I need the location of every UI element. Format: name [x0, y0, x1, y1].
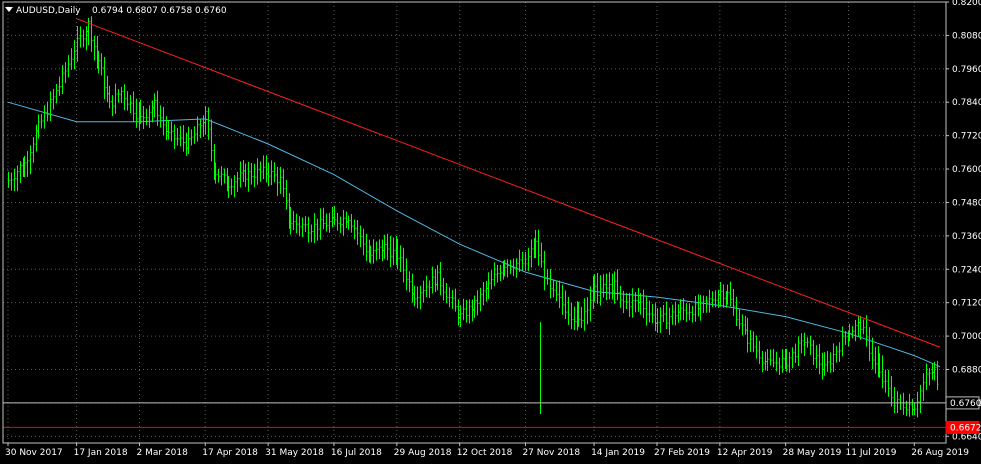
x-tick-label: 26 Aug 2019 — [911, 448, 969, 458]
y-tick-label: 0.7120 — [952, 299, 981, 309]
y-tick-label: 0.7600 — [952, 165, 981, 175]
y-tick-label: 0.7480 — [952, 198, 981, 208]
chart-header: AUDUSD,Daily 0.6794 0.6807 0.6758 0.6760 — [5, 6, 227, 16]
y-tick-label: 0.7840 — [952, 98, 981, 108]
x-tick-label: 12 Oct 2018 — [457, 448, 513, 458]
y-tick-label: 0.7360 — [952, 232, 981, 242]
y-tick-label: 0.8080 — [952, 31, 981, 41]
chart-background — [0, 0, 981, 464]
y-tick-label: 0.6880 — [952, 366, 981, 376]
x-tick-label: 29 Aug 2018 — [394, 448, 452, 458]
x-tick-label: 2 Mar 2018 — [137, 448, 189, 458]
x-tick-label: 11 Jul 2019 — [846, 448, 897, 458]
x-tick-label: 27 Nov 2018 — [522, 448, 580, 458]
support-price-label: 0.6672 — [950, 423, 981, 433]
y-tick-label: 0.7240 — [952, 265, 981, 275]
x-tick-label: 30 Nov 2017 — [5, 448, 63, 458]
x-tick-label: 28 May 2019 — [783, 448, 842, 458]
bid-price-label: 0.6760 — [950, 399, 981, 409]
x-tick-label: 16 Jul 2018 — [331, 448, 382, 458]
x-tick-label: 17 Jan 2018 — [74, 448, 128, 458]
y-tick-label: 0.7720 — [952, 132, 981, 142]
ohlc-readout: 0.6794 0.6807 0.6758 0.6760 — [92, 6, 227, 16]
y-tick-label: 0.7960 — [952, 65, 981, 75]
x-tick-label: 31 May 2018 — [265, 448, 324, 458]
x-tick-label: 27 Feb 2019 — [654, 448, 710, 458]
symbol-title: AUDUSD,Daily — [16, 6, 81, 16]
y-tick-label: 0.7000 — [952, 332, 981, 342]
x-tick-label: 12 Apr 2019 — [717, 448, 773, 458]
x-tick-label: 17 Apr 2018 — [202, 448, 258, 458]
y-tick-label: 0.8200 — [952, 0, 981, 8]
price-chart[interactable]: 0.8200 0.8080 0.7960 0.7840 0.7720 0.7600 0.74… — [0, 0, 981, 464]
x-tick-label: 14 Jan 2019 — [591, 448, 645, 458]
